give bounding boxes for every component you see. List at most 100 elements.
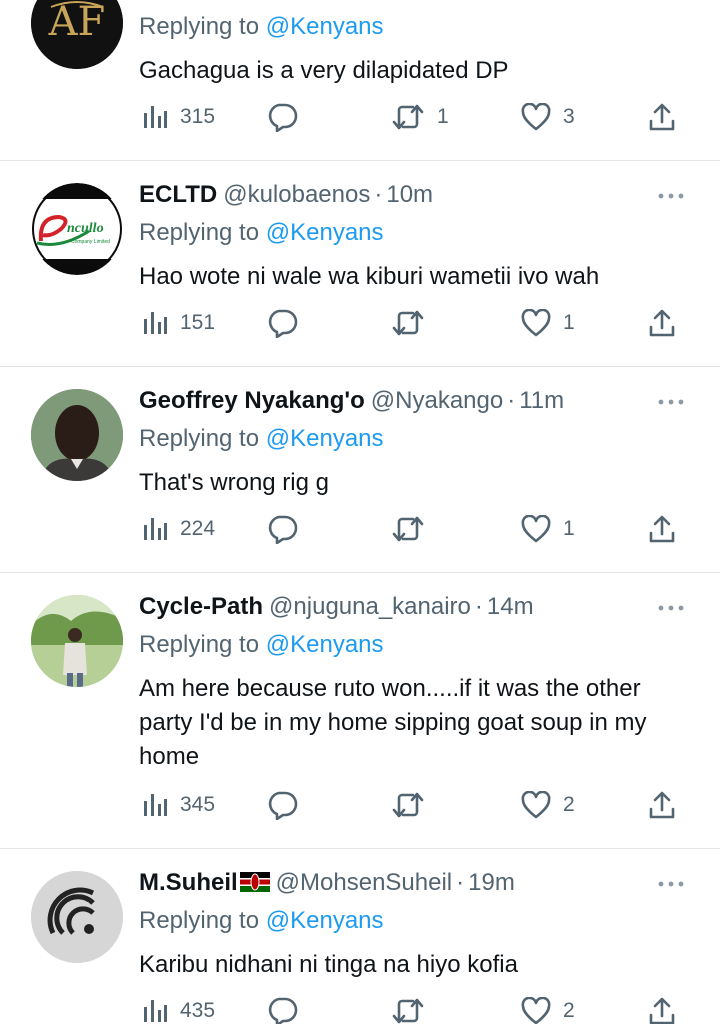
avatar[interactable] — [31, 871, 123, 963]
tweet-text: Hao wote ni wale wa kiburi wametii ivo w… — [139, 263, 600, 290]
avatar[interactable]: AF — [31, 0, 123, 69]
separator-dot: · — [507, 387, 516, 414]
tweet[interactable]: Cycle-Path @njuguna_kanairo · 14m Replying … — [0, 573, 720, 849]
reply-icon — [268, 515, 298, 544]
svg-text:AF: AF — [48, 0, 106, 45]
share-button[interactable] — [648, 306, 676, 340]
timestamp[interactable]: 19m — [468, 869, 515, 896]
views-icon — [144, 312, 167, 334]
user-handle[interactable]: @njuguna_kanairo — [269, 593, 471, 620]
display-name[interactable]: Cycle-Path — [139, 593, 263, 620]
reply-button[interactable] — [266, 306, 310, 340]
reply-prefix: Replying to — [139, 907, 260, 934]
timestamp[interactable]: 11m — [519, 387, 564, 414]
tweet-text: Am here because ruto won.....if it was t… — [139, 675, 647, 770]
views-button[interactable]: 224 — [142, 512, 215, 546]
replying-to: Replying to @Kenyans — [139, 12, 384, 42]
replying-to: Replying to @Kenyans — [139, 424, 384, 454]
tweet-header: Geoffrey Nyakang'o @Nyakango · 11m — [139, 386, 564, 416]
mention-link[interactable]: @Kenyans — [266, 425, 384, 452]
reply-button[interactable] — [266, 788, 310, 822]
tweet[interactable]: Geoffrey Nyakang'o @Nyakango · 11m Replying… — [0, 367, 720, 573]
views-count: 435 — [180, 999, 216, 1022]
like-count: 1 — [563, 517, 575, 540]
reply-icon — [268, 791, 298, 820]
avatar-logo-subtext: Company Limited — [71, 239, 110, 245]
reply-button[interactable] — [266, 994, 310, 1024]
views-icon — [144, 1000, 167, 1022]
tweet-text: Karibu nidhani ni tinga na hiyo kofia — [139, 951, 518, 978]
display-name[interactable]: ECLTD — [139, 181, 217, 208]
views-button[interactable]: 151 — [142, 306, 215, 340]
user-handle[interactable]: @MohsenSuheil — [276, 869, 452, 896]
views-button[interactable]: 435 — [142, 994, 215, 1024]
share-button[interactable] — [648, 788, 676, 822]
retweet-button[interactable]: 1 — [391, 100, 449, 134]
reply-prefix: Replying to — [139, 631, 260, 658]
tweet-text: Gachagua is a very dilapidated DP — [139, 57, 509, 84]
retweet-icon — [392, 310, 424, 336]
retweet-button[interactable] — [391, 306, 437, 340]
like-button[interactable]: 1 — [521, 512, 575, 546]
reply-icon — [268, 997, 298, 1024]
timestamp[interactable]: 14m — [487, 593, 534, 620]
more-icon[interactable] — [657, 879, 685, 889]
like-button[interactable]: 1 — [521, 306, 575, 340]
replying-to: Replying to @Kenyans — [139, 906, 384, 936]
user-handle[interactable]: @kulobaenos — [223, 181, 370, 208]
tweet-header: Cycle-Path @njuguna_kanairo · 14m — [139, 592, 534, 622]
views-count: 151 — [180, 311, 216, 334]
more-icon[interactable] — [657, 603, 685, 613]
like-icon — [521, 515, 551, 543]
views-button[interactable]: 315 — [142, 100, 215, 134]
avatar[interactable] — [31, 595, 123, 687]
reply-prefix: Replying to — [139, 219, 260, 246]
share-button[interactable] — [648, 512, 676, 546]
mention-link[interactable]: @Kenyans — [266, 13, 384, 40]
like-icon — [521, 103, 551, 131]
separator-dot: · — [374, 181, 383, 208]
views-icon — [144, 106, 167, 128]
share-button[interactable] — [648, 100, 676, 134]
like-button[interactable]: 3 — [521, 100, 575, 134]
like-count: 1 — [563, 311, 575, 334]
views-count: 224 — [180, 517, 216, 540]
retweet-icon — [392, 792, 424, 818]
tweet[interactable]: ncullo Company Limited ECLTD @kulobaenos ·… — [0, 161, 720, 367]
display-name[interactable]: M.Suheil — [139, 869, 238, 896]
like-button[interactable]: 2 — [521, 994, 575, 1024]
like-button[interactable]: 2 — [521, 788, 575, 822]
like-count: 2 — [563, 999, 575, 1022]
share-icon — [649, 997, 675, 1024]
share-button[interactable] — [648, 994, 676, 1024]
timestamp[interactable]: 10m — [386, 181, 433, 208]
user-handle[interactable]: @Nyakango — [371, 387, 503, 414]
retweet-button[interactable] — [391, 512, 437, 546]
views-count: 315 — [180, 105, 216, 128]
more-icon[interactable] — [657, 397, 685, 407]
like-icon — [521, 791, 551, 819]
retweet-icon — [392, 516, 424, 542]
reply-icon — [268, 103, 298, 132]
media-logo-icon — [31, 871, 123, 963]
reply-button[interactable] — [266, 512, 310, 546]
avatar[interactable]: ncullo Company Limited — [31, 183, 123, 275]
mention-link[interactable]: @Kenyans — [266, 907, 384, 934]
tweet[interactable]: AF Replying to @Kenyans Gachagua is a ve… — [0, 0, 720, 161]
tweet-actions: 315 1 3 — [0, 100, 720, 134]
views-button[interactable]: 345 — [142, 788, 215, 822]
views-icon — [144, 518, 167, 540]
user-photo-icon — [31, 389, 123, 481]
mention-link[interactable]: @Kenyans — [266, 631, 384, 658]
more-icon[interactable] — [657, 191, 685, 201]
retweet-button[interactable] — [391, 788, 437, 822]
retweet-button[interactable] — [391, 994, 437, 1024]
views-icon — [144, 794, 167, 816]
display-name[interactable]: Geoffrey Nyakang'o — [139, 387, 365, 414]
avatar[interactable] — [31, 389, 123, 481]
reply-button[interactable] — [266, 100, 310, 134]
share-icon — [649, 791, 675, 819]
tweet[interactable]: M.Suheil @MohsenSuheil · 19m Replying to @… — [0, 849, 720, 1024]
mention-link[interactable]: @Kenyans — [266, 219, 384, 246]
share-icon — [649, 515, 675, 543]
